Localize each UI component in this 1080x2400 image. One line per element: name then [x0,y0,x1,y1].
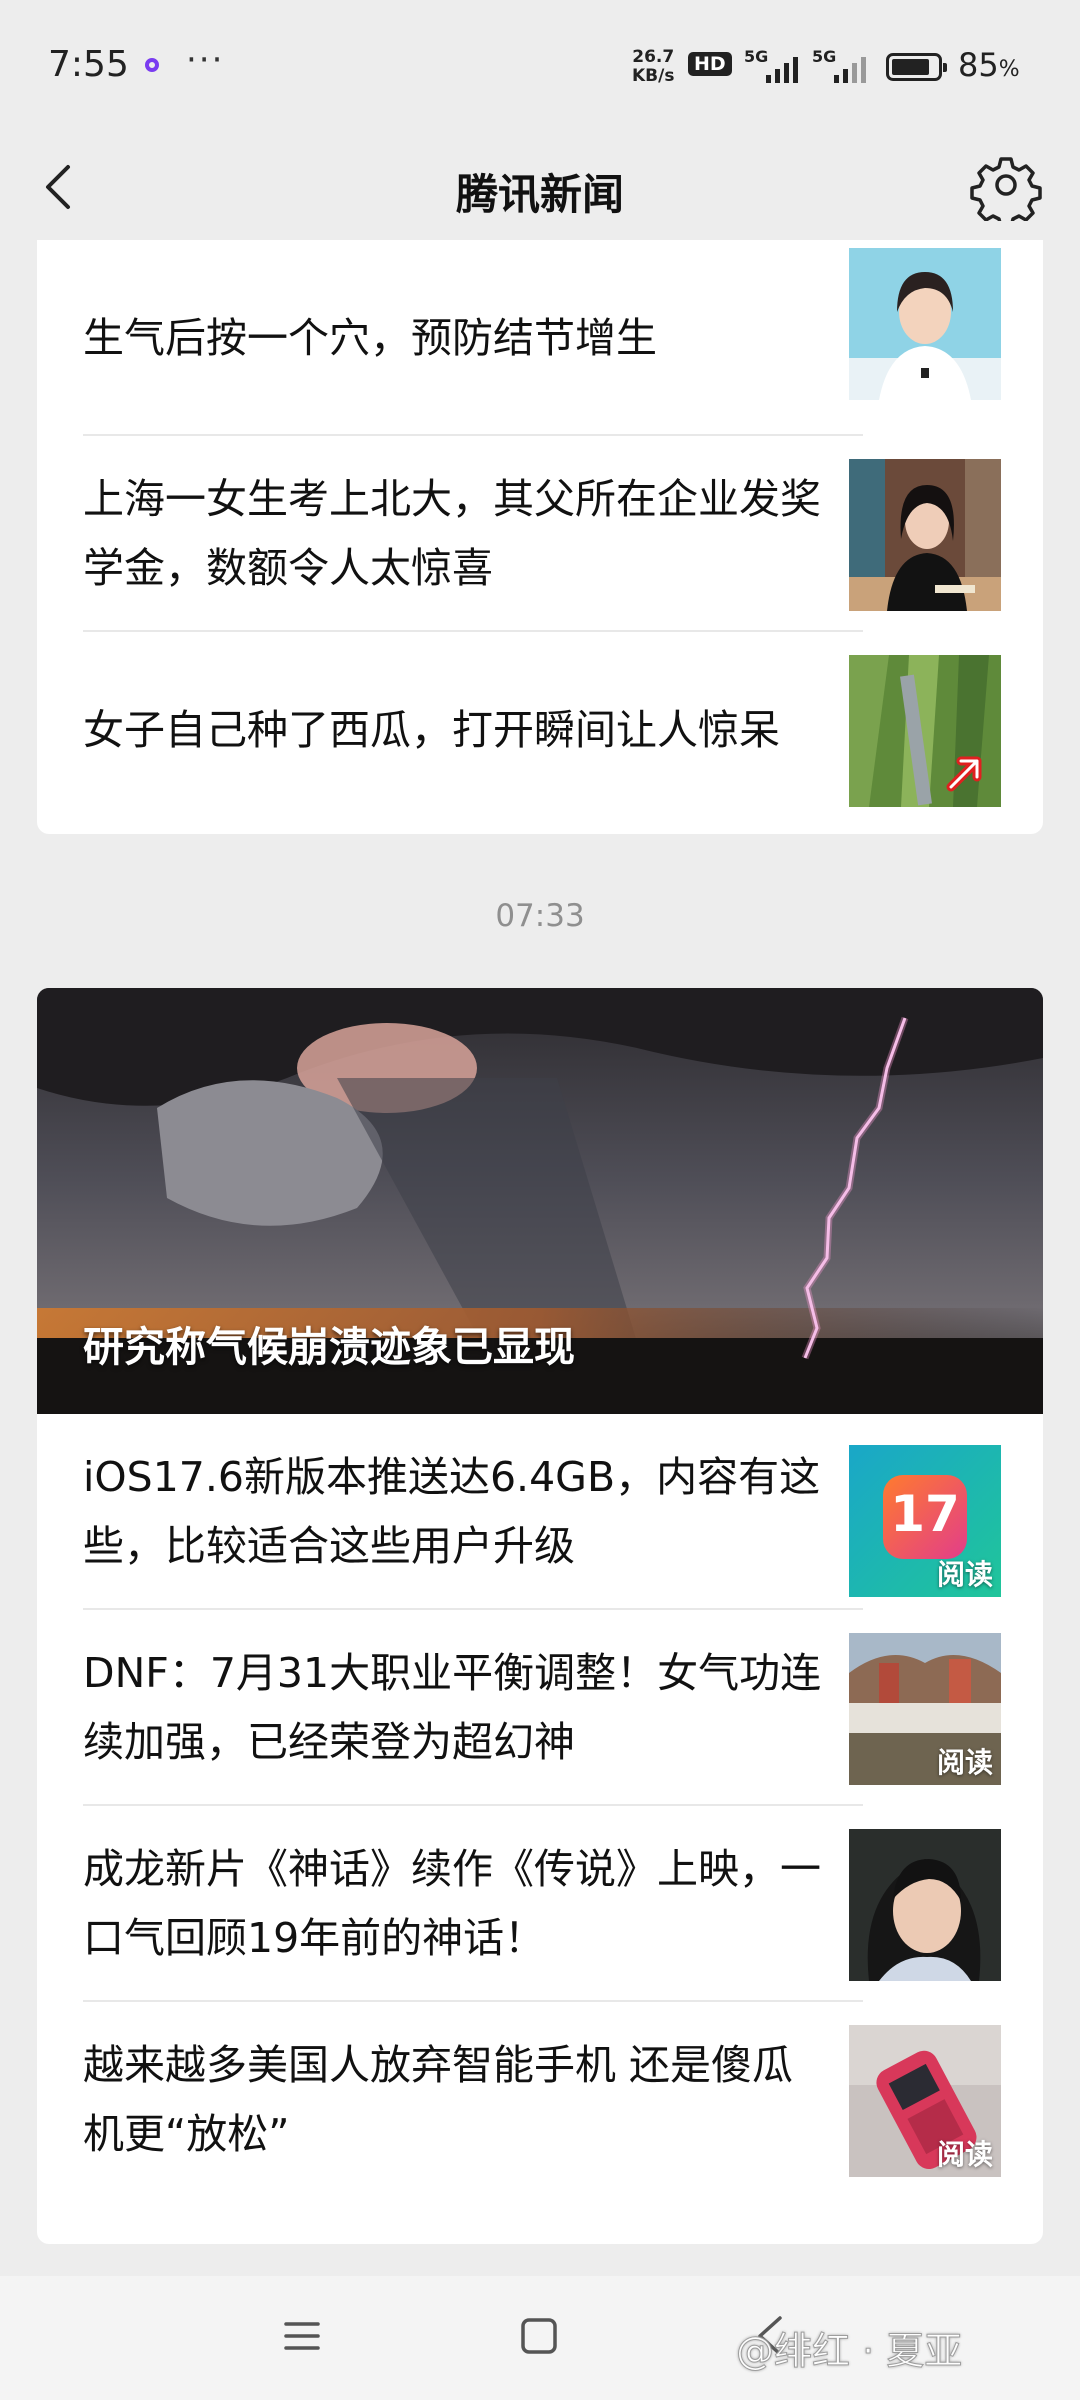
news-item[interactable]: 生气后按一个穴，预防结节增生 [37,240,1043,436]
news-title: 越来越多美国人放弃智能手机 还是傻瓜机更“放松” [83,2041,794,2158]
more-notifications-icon: ··· [186,40,225,80]
timestamp-label: 07:33 [495,898,585,934]
chevron-left-icon [46,165,70,209]
settings-button[interactable] [970,149,1042,229]
network-speed: 26.7 KB/s [632,48,674,86]
network-speed-unit: KB/s [632,66,675,86]
status-bar: 7:55 ··· 26.7 KB/s HD 5G 5G 85% [0,0,1080,135]
news-item[interactable]: iOS17.6新版本推送达6.4GB，内容有这些，比较适合这些用户升级 17 阅… [37,1414,1043,1610]
app-header: 腾讯新闻 [0,135,1080,240]
square-home-icon [521,2318,557,2354]
hero-title: 研究称气候崩溃迹象已显现 [83,1323,575,1371]
battery-fill [892,59,929,75]
news-title: 上海一女生考上北大，其父所在企业发奖学金，数额令人太惊喜 [83,475,821,592]
status-time: 7:55 [48,44,129,85]
news-item[interactable]: DNF：7月31大职业平衡调整！女气功连续加强，已经荣登为超幻神 阅读 [37,1610,1043,1806]
battery-icon [886,53,947,81]
battery-percent: 85% [958,46,1020,84]
read-badge: 阅读 [936,2138,993,2171]
news-thumbnail [849,248,1001,400]
news-thumbnail [849,459,1001,611]
news-item[interactable]: 越来越多美国人放弃智能手机 还是傻瓜机更“放松” 阅读 [37,2002,1043,2198]
signal-sim2-label: 5G [812,47,837,66]
news-item[interactable]: 上海一女生考上北大，其父所在企业发奖学金，数额令人太惊喜 [37,436,1043,632]
read-badge: 阅读 [936,1558,993,1591]
back-button[interactable] [30,155,94,219]
news-thumbnail: 阅读 [849,2025,1001,2177]
news-title: iOS17.6新版本推送达6.4GB，内容有这些，比较适合这些用户升级 [83,1453,821,1570]
signal-sim1-icon: 5G [744,47,814,87]
signal-sim1-label: 5G [744,47,769,66]
battery-percent-value: 85 [958,46,999,84]
news-card-latest: 研究称气候崩溃迹象已显现 iOS17.6新版本推送达6.4GB，内容有这些，比较… [37,988,1043,2244]
news-thumbnail: 阅读 [849,1633,1001,1785]
hero-news[interactable]: 研究称气候崩溃迹象已显现 [37,988,1043,1414]
notification-dot-icon [145,58,159,72]
signal-sim2-icon: 5G [812,47,882,87]
news-item[interactable]: 成龙新片《神话》续作《传说》上映，一口气回顾19年前的神话！ [37,1806,1043,2002]
home-button[interactable] [519,2316,559,2356]
gear-icon [970,157,1042,229]
page-title: 腾讯新闻 [455,170,624,219]
news-thumbnail [849,655,1001,807]
news-thumbnail [849,1829,1001,1981]
ios-thumb-text: 17 [890,1485,960,1543]
recent-apps-button[interactable] [282,2316,322,2356]
news-card-earlier: 生气后按一个穴，预防结节增生 上海一女生考上北大，其父所在企业发奖学金，数额令人… [37,240,1043,834]
menu-icon [284,2322,320,2350]
battery-percent-unit: % [998,57,1020,82]
hd-voice-icon: HD [688,52,732,76]
news-thumbnail: 17 阅读 [849,1445,1001,1597]
news-title: 成龙新片《神话》续作《传说》上映，一口气回顾19年前的神话！ [83,1845,821,1962]
network-speed-value: 26.7 [632,47,675,67]
news-title: 生气后按一个穴，预防结节增生 [83,313,657,362]
news-title: DNF：7月31大职业平衡调整！女气功连续加强，已经荣登为超幻神 [83,1649,822,1766]
watermark: @绯红 · 夏亚 [735,2329,963,2374]
news-title: 女子自己种了西瓜，打开瞬间让人惊呆 [83,705,780,754]
news-item[interactable]: 女子自己种了西瓜，打开瞬间让人惊呆 [37,632,1043,828]
read-badge: 阅读 [936,1746,993,1779]
